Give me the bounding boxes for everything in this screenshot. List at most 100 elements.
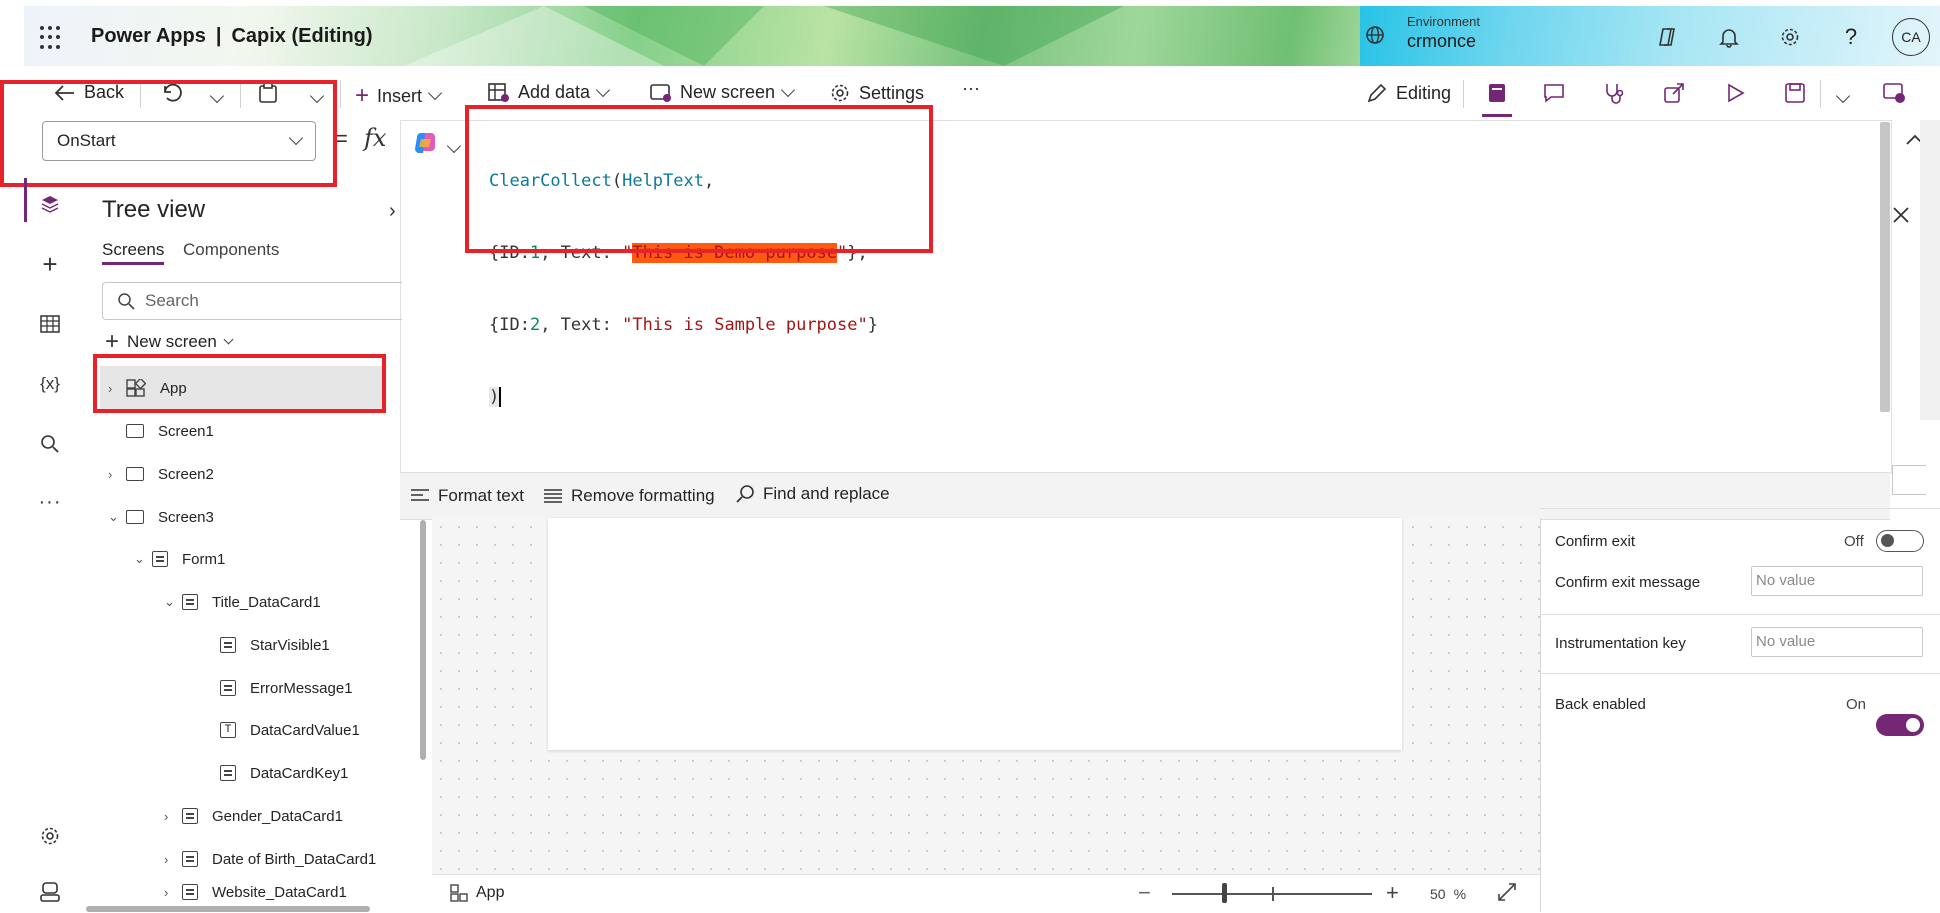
chevron-down-icon: ⌄ bbox=[134, 551, 145, 566]
remove-formatting-icon bbox=[544, 489, 562, 503]
remove-formatting-button[interactable]: Remove formatting bbox=[543, 486, 715, 506]
variables-icon[interactable]: {x} bbox=[24, 364, 76, 404]
canvas-breadcrumb[interactable]: App bbox=[450, 884, 504, 902]
code-field: , Text: bbox=[540, 315, 623, 335]
code-line-4: ) bbox=[489, 385, 878, 409]
virtual-agent-icon[interactable] bbox=[24, 872, 76, 912]
app-launcher-icon[interactable] bbox=[40, 26, 64, 50]
label-icon bbox=[220, 680, 236, 696]
tree-horizontal-scrollbar[interactable] bbox=[86, 906, 370, 912]
stethoscope-icon[interactable] bbox=[1603, 82, 1625, 109]
format-text-icon bbox=[411, 489, 429, 501]
confirm-exit-message-input[interactable]: No value bbox=[1751, 566, 1923, 596]
properties-strip bbox=[1920, 120, 1940, 420]
instrumentation-key-label: Instrumentation key bbox=[1555, 635, 1686, 652]
tree-view-layers-icon[interactable] bbox=[24, 184, 76, 224]
tree-item-screen1[interactable]: Screen1 bbox=[126, 411, 214, 451]
notifications-icon[interactable] bbox=[1714, 22, 1744, 52]
book-icon bbox=[1489, 84, 1505, 102]
zoom-in-icon[interactable]: + bbox=[1386, 880, 1399, 906]
copilot-chevron-down-icon[interactable] bbox=[446, 138, 462, 156]
tree-item-screen2[interactable]: › Screen2 bbox=[108, 454, 214, 494]
copilot-logo-icon[interactable] bbox=[413, 131, 439, 160]
instrumentation-key-input[interactable]: No value bbox=[1751, 627, 1923, 657]
screen-icon bbox=[126, 424, 144, 438]
tree-item-gender-datacard[interactable]: › Gender_DataCard1 bbox=[164, 796, 343, 836]
confirm-exit-state: Off bbox=[1844, 533, 1864, 550]
insert-plus-icon[interactable]: + bbox=[24, 244, 76, 284]
zoom-unit: % bbox=[1453, 886, 1467, 902]
fit-screen-icon[interactable] bbox=[1497, 882, 1517, 907]
tree-item-dob-datacard[interactable]: › Date of Birth_DataCard1 bbox=[164, 839, 376, 879]
label-icon bbox=[220, 765, 236, 781]
code-string: "This is Sample purpose" bbox=[622, 315, 868, 335]
properties-divider bbox=[1540, 518, 1541, 912]
new-screen-button[interactable]: New screen bbox=[650, 82, 796, 103]
new-screen-icon bbox=[650, 83, 671, 102]
zoom-value[interactable]: 50 bbox=[1430, 886, 1446, 902]
gear-icon bbox=[831, 84, 849, 102]
environment-icon bbox=[1364, 24, 1386, 51]
save-icon[interactable] bbox=[1784, 82, 1806, 109]
add-data-button[interactable]: Add data bbox=[488, 82, 611, 103]
copilot-icon[interactable] bbox=[1652, 22, 1682, 52]
zoom-slider-thumb[interactable] bbox=[1222, 883, 1227, 903]
search-icon bbox=[736, 485, 754, 503]
header-decoration-2 bbox=[824, 6, 1124, 66]
publish-icon[interactable] bbox=[1882, 82, 1906, 109]
code-record-close: } bbox=[867, 315, 878, 335]
screen-icon bbox=[126, 467, 144, 481]
screen-preview[interactable] bbox=[548, 518, 1402, 750]
chevron-right-icon: › bbox=[164, 851, 169, 867]
app-icon bbox=[450, 884, 468, 902]
back-enabled-state: On bbox=[1846, 696, 1867, 713]
share-icon[interactable] bbox=[1663, 82, 1685, 109]
help-icon[interactable]: ? bbox=[1836, 22, 1866, 52]
find-replace-button[interactable]: Find and replace bbox=[735, 484, 890, 504]
datacard-icon bbox=[182, 884, 198, 900]
formula-scrollbar[interactable] bbox=[1880, 122, 1890, 412]
text-input-icon: T bbox=[220, 722, 236, 738]
app-checker-tab[interactable] bbox=[1482, 80, 1512, 117]
properties-partial-input[interactable] bbox=[1892, 465, 1926, 495]
tree-item-screen3[interactable]: ⌄ Screen3 bbox=[108, 497, 214, 537]
back-enabled-toggle[interactable] bbox=[1876, 714, 1924, 736]
chevron-down-icon bbox=[780, 82, 796, 97]
more-rail-icon[interactable]: ··· bbox=[24, 482, 76, 522]
comments-icon[interactable] bbox=[1543, 83, 1565, 108]
editing-button[interactable]: Editing bbox=[1366, 82, 1451, 104]
tree-item-website-datacard[interactable]: › Website_DataCard1 bbox=[164, 878, 347, 906]
zoom-out-icon[interactable]: − bbox=[1138, 880, 1151, 906]
chevron-down-icon bbox=[427, 85, 443, 101]
avatar[interactable]: CA bbox=[1892, 18, 1930, 56]
chevron-down-icon: ⌄ bbox=[108, 509, 119, 524]
tree-item-errormessage[interactable]: ErrorMessage1 bbox=[220, 668, 353, 708]
more-options-button[interactable]: ··· bbox=[962, 78, 980, 99]
tree-item-datacardkey[interactable]: DataCardKey1 bbox=[220, 753, 348, 793]
zoom-slider-tick bbox=[1272, 887, 1274, 901]
settings-gear-icon[interactable] bbox=[1775, 22, 1805, 52]
close-panel-icon[interactable] bbox=[1892, 206, 1910, 229]
environment-picker[interactable]: Environment crmonce bbox=[1407, 14, 1480, 52]
toolbar-separator bbox=[1463, 80, 1464, 108]
tree-item-title-datacard[interactable]: ⌄ Title_DataCard1 bbox=[164, 582, 321, 622]
back-enabled-label: Back enabled bbox=[1555, 696, 1646, 713]
format-text-button[interactable]: Format text bbox=[410, 486, 524, 506]
label-icon bbox=[220, 637, 236, 653]
confirm-exit-toggle[interactable] bbox=[1876, 530, 1924, 552]
datacard-icon bbox=[182, 851, 198, 867]
settings-rail-icon[interactable] bbox=[24, 816, 76, 856]
tree-item-datacardvalue[interactable]: T DataCardValue1 bbox=[220, 710, 360, 750]
settings-button[interactable]: Settings bbox=[829, 82, 924, 104]
data-table-icon[interactable] bbox=[24, 304, 76, 344]
search-rail-icon[interactable] bbox=[24, 424, 76, 464]
tree-item-starvisible[interactable]: StarVisible1 bbox=[220, 625, 330, 665]
tree-item-form1[interactable]: ⌄ Form1 bbox=[134, 539, 225, 579]
code-close-paren: ) bbox=[489, 387, 502, 407]
save-chevron-down-icon[interactable] bbox=[1835, 88, 1851, 106]
canvas-footer bbox=[432, 874, 1540, 913]
tree-scrollbar[interactable] bbox=[420, 520, 426, 760]
properties-separator bbox=[1540, 614, 1940, 615]
code-record-open: {ID: bbox=[489, 315, 530, 335]
play-icon[interactable] bbox=[1724, 82, 1746, 109]
